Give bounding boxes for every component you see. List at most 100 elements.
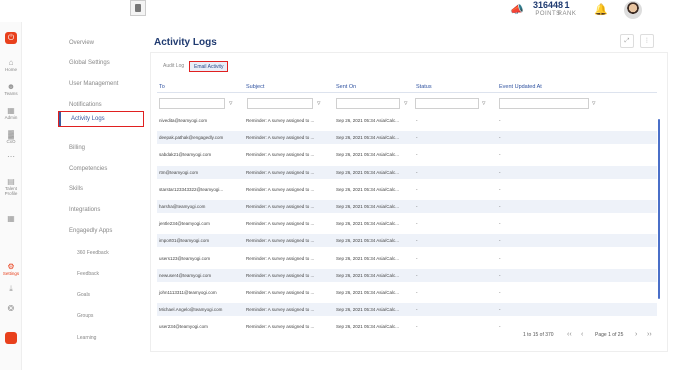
cell-sent-on: Sep 26, 2021 05:34 Asia/Calc... xyxy=(336,290,400,295)
nav-item-user-management[interactable]: User Management xyxy=(69,81,118,87)
cell-subject: Reminder: A survey assigned to ... xyxy=(246,290,315,295)
rail-item-download[interactable]: ⤓ xyxy=(0,284,22,293)
cell-subject: Reminder: A survey assigned to ... xyxy=(246,272,315,278)
prev-page-icon[interactable]: ‹ xyxy=(581,331,583,338)
company-logo[interactable] xyxy=(130,0,146,16)
nav-item-engagedly-apps[interactable]: Engagedly Apps xyxy=(69,228,112,234)
brand-icon[interactable] xyxy=(5,332,17,344)
tab-email-activity[interactable]: Email Activity xyxy=(189,61,229,72)
cell-to: starstar123343322@teamyogi... xyxy=(159,186,224,192)
header-divider xyxy=(157,92,657,93)
rail-label: Settings xyxy=(2,271,20,276)
cell-to: import01@teamyogi.com xyxy=(159,238,210,244)
cell-to: jentle234@teamyogi.com xyxy=(159,221,210,227)
filter-icon[interactable]: ▿ xyxy=(404,99,408,107)
cell-status: - xyxy=(416,272,418,278)
cell-event-updated-at: - xyxy=(499,118,501,123)
rail-item-help[interactable]: ❂ xyxy=(0,304,22,313)
cell-event-updated-at: - xyxy=(499,169,501,175)
cell-event-updated-at: - xyxy=(499,255,501,261)
cell-sent-on: Sep 26, 2021 05:34 Asia/Calc... xyxy=(336,204,400,209)
table-row[interactable]: newuser4@teamyogi.com Reminder: A survey … xyxy=(157,268,657,282)
rail-item-talent-profile[interactable]: ▤ Talent Profile xyxy=(0,177,22,196)
nav-item-billing[interactable]: Billing xyxy=(69,145,85,151)
cell-sent-on: Sep 26, 2021 05:34 Asia/Calc... xyxy=(336,135,400,141)
rank-label: RANK xyxy=(557,11,577,17)
rail-label: Admin xyxy=(4,115,18,120)
filter-icon[interactable]: ▿ xyxy=(229,99,233,107)
table-row[interactable]: users123@teamyogi.com Reminder: A survey … xyxy=(157,252,657,265)
table-row[interactable]: rtm@teamyogi.com Reminder: A survey assig… xyxy=(157,165,657,179)
table-row[interactable]: import01@teamyogi.com Reminder: A survey … xyxy=(157,234,657,248)
more-options-button[interactable]: ⋮ xyxy=(640,34,654,48)
table-row[interactable]: sabdak21@teamyogi.com Reminder: A survey … xyxy=(157,148,657,161)
rail-item-teams[interactable]: ☻ Teams xyxy=(0,82,22,96)
cell-sent-on: Sep 26, 2021 05:34 Asia/Calc... xyxy=(336,118,400,123)
rail-item-cxo[interactable]: ▓ CxO xyxy=(0,130,22,144)
cell-event-updated-at: - xyxy=(499,186,501,192)
nav-subitem-groups[interactable]: Groups xyxy=(77,313,93,319)
filter-icon[interactable]: ▿ xyxy=(482,99,486,107)
table-row[interactable]: john1113311@teamyogi.com Reminder: A surv… xyxy=(157,286,657,299)
rail-item-grid[interactable]: ▦ xyxy=(0,214,22,223)
next-page-icon[interactable]: › xyxy=(635,331,637,338)
cell-to: sabdak21@teamyogi.com xyxy=(159,152,212,158)
table-row[interactable]: harsha@teamyogi.com Reminder: A survey as… xyxy=(157,200,657,213)
cell-sent-on: Sep 26, 2021 05:34 Asia/Calc... xyxy=(336,169,400,175)
nav-item-competencies[interactable]: Competencies xyxy=(69,166,107,172)
cell-subject: Reminder: A survey assigned to ... xyxy=(246,238,315,244)
bell-icon[interactable]: 🔔 xyxy=(594,3,608,16)
cell-to: users123@teamyogi.com xyxy=(159,255,211,261)
cell-subject: Reminder: A survey assigned to ... xyxy=(246,186,315,192)
nav-item-skills[interactable]: Skills xyxy=(69,186,83,192)
filter-input-status[interactable] xyxy=(415,98,479,109)
cell-subject: Reminder: A survey assigned to ... xyxy=(246,118,315,123)
nav-item-overview[interactable]: Overview xyxy=(69,40,94,46)
first-page-icon[interactable]: ‹‹ xyxy=(567,331,572,338)
megaphone-icon[interactable]: 📣 xyxy=(510,3,524,16)
admin-icon: ▦ xyxy=(7,106,15,115)
scrollbar-thumb[interactable] xyxy=(658,119,660,299)
filter-icon[interactable]: ▿ xyxy=(317,99,321,107)
active-indicator xyxy=(59,112,61,126)
nav-item-global-settings[interactable]: Global Settings xyxy=(69,60,110,66)
column-header-to[interactable]: To xyxy=(159,84,165,90)
avatar[interactable] xyxy=(624,1,642,19)
rail-item-more[interactable]: ⋯ xyxy=(0,152,22,161)
column-header-subject[interactable]: Subject xyxy=(246,84,264,90)
rail-item-home[interactable]: ⌂ Home xyxy=(0,58,22,72)
download-icon: ⤓ xyxy=(9,284,13,293)
table-row[interactable]: deepak.pathak@engagedly.com Reminder: A s… xyxy=(157,131,657,145)
nav-subitem-feedback[interactable]: Feedback xyxy=(77,271,99,277)
filter-input-to[interactable] xyxy=(159,98,225,109)
table-row[interactable]: nivedita@teamyogi.com Reminder: A survey … xyxy=(157,114,657,127)
table-row[interactable]: starstar123343322@teamyogi... Reminder: A… xyxy=(157,183,657,196)
expand-button[interactable]: ⤢ xyxy=(620,34,634,48)
filter-input-subject[interactable] xyxy=(247,98,313,109)
last-page-icon[interactable]: ›› xyxy=(647,331,652,338)
nav-subitem-360-feedback[interactable]: 360 Feedback xyxy=(77,250,109,256)
rail-item-settings[interactable]: ⚙ Settings xyxy=(0,262,22,276)
filter-input-event-updated-at[interactable] xyxy=(499,98,589,109)
cell-to: Michael.Angelo@teamyogi.com xyxy=(159,307,223,313)
tab-audit-log[interactable]: Audit Log xyxy=(159,61,188,72)
filter-icon[interactable]: ▿ xyxy=(592,99,596,107)
nav-item-integrations[interactable]: Integrations xyxy=(69,207,100,213)
cell-subject: Reminder: A survey assigned to ... xyxy=(246,135,315,141)
cell-status: - xyxy=(416,307,418,313)
table-row[interactable]: Michael.Angelo@teamyogi.com Reminder: A s… xyxy=(157,303,657,317)
cell-event-updated-at: - xyxy=(499,152,501,158)
nav-item-notifications[interactable]: Notifications xyxy=(69,102,102,108)
cell-status: - xyxy=(416,169,418,175)
column-header-status[interactable]: Status xyxy=(416,84,432,90)
rail-item-admin[interactable]: ▦ Admin xyxy=(0,106,22,120)
column-header-sent-on[interactable]: Sent On xyxy=(336,84,356,90)
power-icon[interactable]: ⏻ xyxy=(5,32,17,44)
filter-input-sent-on[interactable] xyxy=(336,98,400,109)
nav-subitem-learning[interactable]: Learning xyxy=(77,335,96,341)
nav-item-activity-logs[interactable]: Activity Logs xyxy=(58,111,144,127)
cell-sent-on: Sep 26, 2021 05:34 Asia/Calc... xyxy=(336,307,400,313)
table-row[interactable]: jentle234@teamyogi.com Reminder: A survey… xyxy=(157,217,657,230)
column-header-event-updated-at[interactable]: Event Updated At xyxy=(499,84,542,90)
nav-subitem-goals[interactable]: Goals xyxy=(77,292,90,298)
